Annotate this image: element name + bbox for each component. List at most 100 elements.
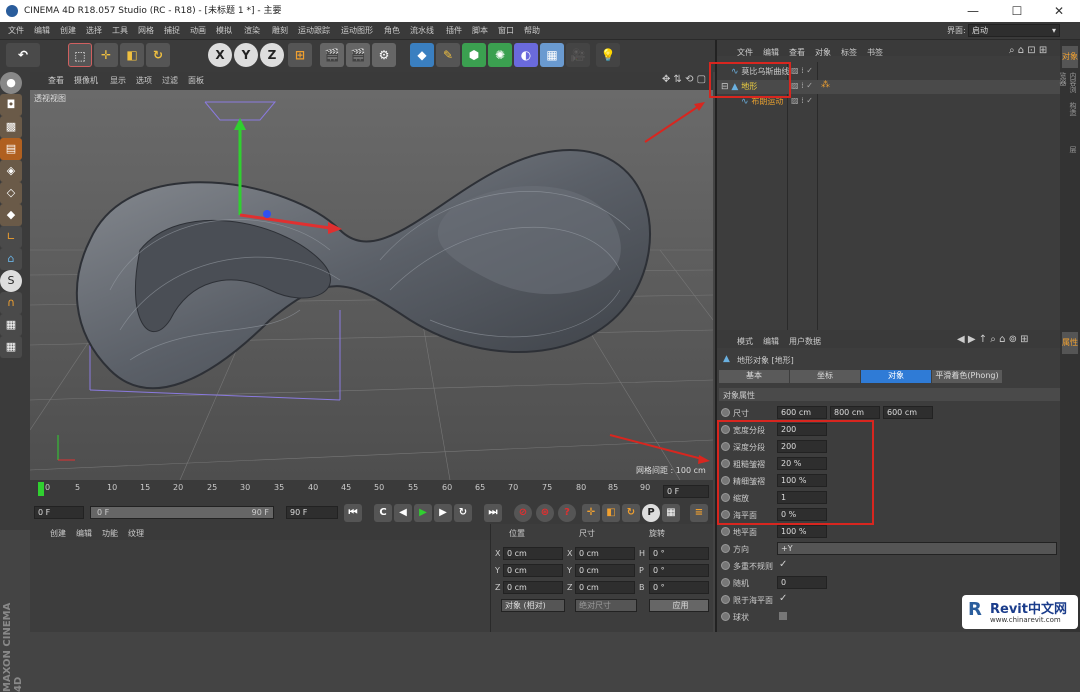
maximize-button[interactable]: ☐	[996, 0, 1038, 22]
tab-attributes[interactable]: 属性	[1062, 332, 1078, 354]
menu-help[interactable]: 帮助	[524, 25, 540, 36]
viewport-menu-options[interactable]: 选项	[136, 75, 152, 86]
rotation-b-field[interactable]: 0 °	[649, 581, 709, 594]
timeline-menu-icon[interactable]: ≡	[690, 504, 708, 522]
keyframe-selection-icon[interactable]: ?	[558, 504, 576, 522]
material-menu-create[interactable]: 创建	[50, 528, 66, 539]
menu-tools[interactable]: 工具	[112, 25, 128, 36]
prev-key-icon[interactable]: C	[374, 504, 392, 522]
nav-arrows-icon[interactable]: ◀ ▶ ↑ ⌕ ⌂ ⊚ ⊞	[957, 334, 1029, 345]
direction-select[interactable]: +Y	[777, 542, 1057, 555]
menu-mesh[interactable]: 网格	[138, 25, 154, 36]
object-menu-tags[interactable]: 标签	[841, 47, 857, 58]
close-button[interactable]: ✕	[1038, 0, 1080, 22]
menu-mograph[interactable]: 运动图形	[341, 25, 373, 36]
frame-range-slider[interactable]: 0 F 90 F	[90, 506, 274, 519]
tab-structure[interactable]: 构造	[1062, 102, 1078, 122]
edges-mode-icon[interactable]: ◇	[0, 182, 22, 204]
size-z-field[interactable]: 600 cm	[883, 406, 933, 419]
tab-content-browser[interactable]: 内容浏览器	[1059, 72, 1078, 98]
size-x-field[interactable]: 600 cm	[777, 406, 827, 419]
object-mode-icon[interactable]: ◘	[0, 94, 22, 116]
size-y-field[interactable]: 800 cm	[830, 406, 880, 419]
size-x-field[interactable]: 0 cm	[575, 547, 635, 560]
polygons-mode-icon[interactable]: ◆	[0, 204, 22, 226]
scale-icon[interactable]: ◧	[120, 43, 144, 67]
viewport-menu-display[interactable]: 显示	[110, 75, 126, 86]
tab-phong[interactable]: 平滑着色(Phong)	[932, 370, 1002, 383]
points-mode-icon[interactable]: ◈	[0, 160, 22, 182]
coordinate-mode-select[interactable]: 对象 (相对)	[501, 599, 565, 612]
key-position-icon[interactable]: ✛	[582, 504, 600, 522]
pen-icon[interactable]: ✎	[436, 43, 460, 67]
param-radio[interactable]	[721, 544, 730, 553]
size-z-field[interactable]: 0 cm	[575, 581, 635, 594]
position-x-field[interactable]: 0 cm	[503, 547, 563, 560]
axis-mode-icon[interactable]: ∟	[0, 226, 22, 248]
workplane-icon[interactable]: ▤	[0, 138, 22, 160]
rotation-p-field[interactable]: 0 °	[649, 564, 709, 577]
floor-icon[interactable]: ▦	[540, 43, 564, 67]
timeline[interactable]: 0 5 10 15 20 25 30 35 40 45 50 55 60 65 …	[30, 480, 713, 502]
tab-objects[interactable]: 对象	[1062, 46, 1078, 68]
viewport-nav-icons[interactable]: ✥ ⇅ ⟲ ▢	[662, 74, 706, 85]
menu-snap[interactable]: 捕捉	[164, 25, 180, 36]
size-y-field[interactable]: 0 cm	[575, 564, 635, 577]
checkbox[interactable]	[779, 612, 787, 620]
seed-field[interactable]: 0	[777, 576, 827, 589]
visibility-icon[interactable]: ▨ ⁞ ✓	[791, 96, 813, 105]
tag-icon[interactable]: ⁂	[821, 80, 830, 90]
viewport-menu-view[interactable]: 查看	[48, 75, 64, 86]
play-icon[interactable]: ▶	[414, 504, 432, 522]
coordinate-system-icon[interactable]: ⊞	[288, 43, 312, 67]
y-axis-lock-icon[interactable]: Y	[234, 43, 258, 67]
material-menu-texture[interactable]: 纹理	[128, 528, 144, 539]
menu-edit[interactable]: 编辑	[34, 25, 50, 36]
object-menu-edit[interactable]: 编辑	[763, 47, 779, 58]
key-pla-icon[interactable]: ▦	[662, 504, 680, 522]
z-axis-lock-icon[interactable]: Z	[260, 43, 284, 67]
prev-frame-icon[interactable]: ◀	[394, 504, 412, 522]
rotate-icon[interactable]: ↻	[146, 43, 170, 67]
menu-motion-tracking[interactable]: 运动跟踪	[298, 25, 330, 36]
x-axis-lock-icon[interactable]: X	[208, 43, 232, 67]
model-mode-icon[interactable]: ●	[0, 72, 22, 94]
magnet-icon[interactable]: ∩	[0, 292, 22, 314]
param-radio[interactable]	[721, 612, 730, 621]
autokey-icon[interactable]: ⊛	[536, 504, 554, 522]
go-to-end-icon[interactable]: ⏭	[484, 504, 502, 522]
visibility-icon[interactable]: ▨ ⁞ ✓	[791, 66, 813, 75]
end-frame-field[interactable]: 90 F	[286, 506, 338, 519]
record-icon[interactable]: ⊘	[514, 504, 532, 522]
viewport-menu-panel[interactable]: 面板	[188, 75, 204, 86]
light-icon[interactable]: 💡	[596, 43, 620, 67]
live-select-icon[interactable]: ⬚	[68, 43, 92, 67]
menu-character[interactable]: 角色	[384, 25, 400, 36]
next-frame-icon[interactable]: ▶	[434, 504, 452, 522]
object-menu-objects[interactable]: 对象	[815, 47, 831, 58]
viewport-menu-camera[interactable]: 摄像机	[74, 75, 98, 86]
attr-menu-edit[interactable]: 编辑	[763, 336, 779, 347]
menu-plugins[interactable]: 插件	[446, 25, 462, 36]
move-icon[interactable]: ✛	[94, 43, 118, 67]
current-frame-field[interactable]: 0 F	[663, 485, 709, 498]
size-mode-select[interactable]: 绝对尺寸	[575, 599, 637, 612]
tweak-mode-icon[interactable]: ⌂	[0, 248, 22, 270]
undo-icon[interactable]: ↶	[6, 43, 40, 67]
timeline-playhead[interactable]	[38, 482, 44, 496]
apply-button[interactable]: 应用	[649, 599, 709, 612]
menu-window[interactable]: 窗口	[498, 25, 514, 36]
tab-basic[interactable]: 基本	[719, 370, 789, 383]
object-menu-file[interactable]: 文件	[737, 47, 753, 58]
minimize-button[interactable]: —	[952, 0, 994, 22]
cloner-icon[interactable]: ✺	[488, 43, 512, 67]
deformer-icon[interactable]: ◐	[514, 43, 538, 67]
position-z-field[interactable]: 0 cm	[503, 581, 563, 594]
attr-menu-userdata[interactable]: 用户数据	[789, 336, 821, 347]
menu-script[interactable]: 脚本	[472, 25, 488, 36]
rotation-h-field[interactable]: 0 °	[649, 547, 709, 560]
subdivision-icon[interactable]: ⬢	[462, 43, 486, 67]
menu-create[interactable]: 创建	[60, 25, 76, 36]
perspective-viewport[interactable]: 透视视图 网格间距 : 100 cm	[30, 90, 713, 480]
render-picture-viewer-icon[interactable]: 🎬	[346, 43, 370, 67]
